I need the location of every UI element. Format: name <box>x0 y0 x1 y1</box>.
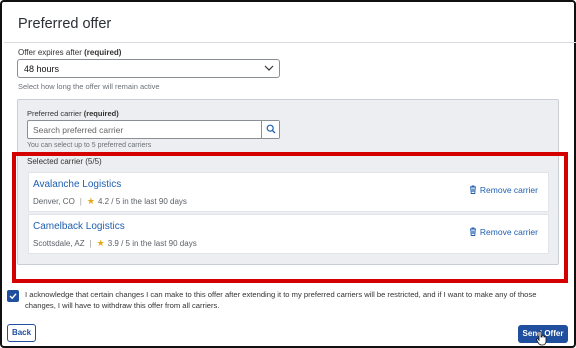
highlight-box <box>12 152 568 283</box>
dialog-title: Preferred offer <box>18 16 112 32</box>
search-button[interactable] <box>261 121 279 138</box>
checkmark-icon <box>9 293 17 300</box>
acknowledge-checkbox[interactable] <box>7 290 19 302</box>
preferred-carrier-label-text: Preferred carrier <box>27 109 82 118</box>
search-icon <box>266 124 276 134</box>
back-button[interactable]: Back <box>7 324 36 342</box>
preferred-carrier-help-text: You can select up to 5 preferred carrier… <box>27 142 152 149</box>
acknowledgement-text: I acknowledge that certain changes I can… <box>25 290 537 310</box>
pointer-cursor-icon <box>536 331 547 346</box>
chevron-down-icon <box>264 63 274 73</box>
expiry-required-marker: (required) <box>84 48 122 57</box>
expiry-label: Offer expires after (required) <box>18 48 121 57</box>
preferred-carrier-required-marker: (required) <box>83 109 119 118</box>
expiry-help-text: Select how long the offer will remain ac… <box>18 82 160 91</box>
expiry-select[interactable]: 48 hours <box>17 59 280 78</box>
preferred-offer-dialog: Preferred offer Offer expires after (req… <box>0 0 576 348</box>
dialog-header: Preferred offer <box>4 4 576 43</box>
carrier-search-input[interactable] <box>28 121 261 138</box>
preferred-carrier-label: Preferred carrier (required) <box>27 109 119 118</box>
expiry-label-text: Offer expires after <box>18 48 82 57</box>
expiry-select-value: 48 hours <box>24 64 60 74</box>
carrier-search-box <box>27 120 280 139</box>
